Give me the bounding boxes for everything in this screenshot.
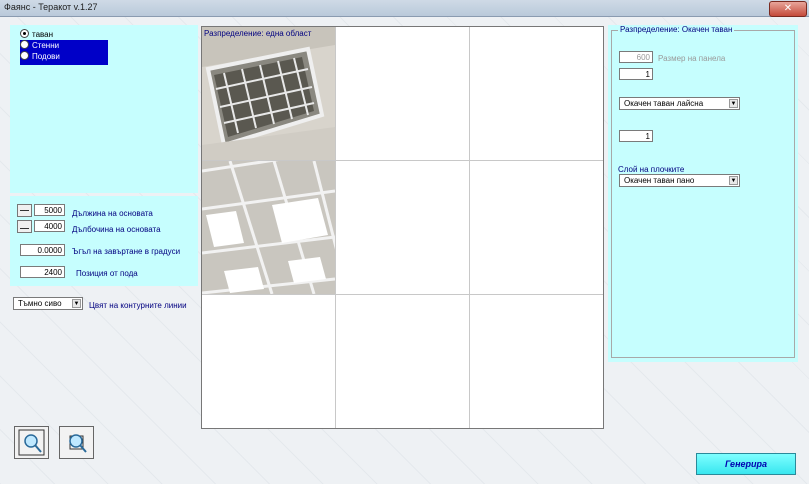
length-icon bbox=[20, 210, 29, 211]
contour-color-label: Цвят на контурните линии bbox=[89, 301, 187, 310]
contour-color-value: Тъмно сиво bbox=[18, 299, 62, 308]
grid-cell bbox=[336, 161, 470, 295]
field3-input[interactable]: 1 bbox=[619, 130, 653, 142]
option-label: Подови bbox=[32, 52, 60, 61]
option-wall[interactable]: Стенни bbox=[20, 40, 108, 51]
grid-cell bbox=[470, 27, 603, 161]
ceiling-panels-tile-image bbox=[202, 161, 335, 294]
close-button[interactable]: ✕ bbox=[769, 1, 807, 17]
grid-cell bbox=[336, 295, 470, 428]
ceiling-light-tile-image bbox=[202, 27, 335, 160]
chevron-down-icon: ▼ bbox=[72, 299, 81, 308]
profile-select-value: Окачен таван лайсна bbox=[624, 99, 704, 108]
length-label: Дължина на основата bbox=[72, 209, 153, 218]
grid-cell bbox=[202, 295, 336, 428]
zoom-out-button[interactable] bbox=[59, 426, 94, 459]
close-icon: ✕ bbox=[783, 3, 793, 14]
client-area: таван Стенни Подови 5000 Дължина на осно… bbox=[0, 17, 809, 484]
length-button[interactable] bbox=[17, 204, 32, 217]
grid-cell bbox=[470, 295, 603, 428]
tiles-layer-select-value: Окачен таван пано bbox=[624, 176, 695, 185]
grid-cell bbox=[470, 161, 603, 295]
surface-panel: таван Стенни Подови bbox=[10, 25, 198, 193]
grid-caption: Разпределение: една област bbox=[204, 29, 312, 38]
panel-size-input: 600 bbox=[619, 51, 653, 63]
radio-icon bbox=[20, 51, 29, 61]
depth-input[interactable]: 4000 bbox=[34, 220, 65, 232]
window-title: Фаянс - Теракот v.1.27 bbox=[4, 2, 98, 12]
option-label: Стенни bbox=[32, 41, 60, 50]
depth-label: Дълбочина на основата bbox=[72, 225, 161, 234]
depth-button[interactable] bbox=[17, 220, 32, 233]
dimensions-panel: 5000 Дължина на основата 4000 Дълбочина … bbox=[10, 196, 198, 286]
zoom-out-icon bbox=[69, 434, 87, 453]
zoom-in-icon bbox=[18, 429, 45, 456]
chevron-down-icon: ▼ bbox=[729, 176, 738, 185]
zoom-in-button[interactable] bbox=[14, 426, 49, 459]
length-input[interactable]: 5000 bbox=[34, 204, 65, 216]
option-floor[interactable]: Подови bbox=[20, 51, 108, 65]
tiles-layer-label: Слой на плочките bbox=[618, 165, 685, 174]
height-input[interactable]: 2400 bbox=[20, 266, 65, 278]
option-label: таван bbox=[32, 30, 54, 39]
settings-group-title: Разпределение: Окачен таван bbox=[618, 25, 735, 34]
radio-icon bbox=[20, 40, 29, 50]
panel-size-label: Размер на панела bbox=[658, 54, 726, 63]
angle-label: Ъгъл на завъртане в градуси bbox=[72, 247, 181, 256]
chevron-down-icon: ▼ bbox=[729, 99, 738, 108]
option-ceiling[interactable]: таван bbox=[20, 29, 53, 40]
grid-cell bbox=[336, 27, 470, 161]
profile-select[interactable]: Окачен таван лайсна ▼ bbox=[619, 97, 740, 110]
radio-icon bbox=[20, 29, 29, 39]
title-bar: Фаянс - Теракот v.1.27 ✕ bbox=[0, 0, 809, 17]
contour-color-select[interactable]: Тъмно сиво ▼ bbox=[13, 297, 83, 310]
angle-input[interactable]: 0.0000 bbox=[20, 244, 65, 256]
tiles-layer-select[interactable]: Окачен таван пано ▼ bbox=[619, 174, 740, 187]
depth-icon bbox=[20, 228, 29, 229]
generate-button[interactable]: Генерира bbox=[696, 453, 796, 475]
height-label: Позиция от пода bbox=[76, 269, 138, 278]
field2-input[interactable]: 1 bbox=[619, 68, 653, 80]
layout-grid[interactable]: Разпределение: една област bbox=[201, 26, 604, 429]
settings-group: Разпределение: Окачен таван 600 Размер н… bbox=[611, 25, 795, 358]
